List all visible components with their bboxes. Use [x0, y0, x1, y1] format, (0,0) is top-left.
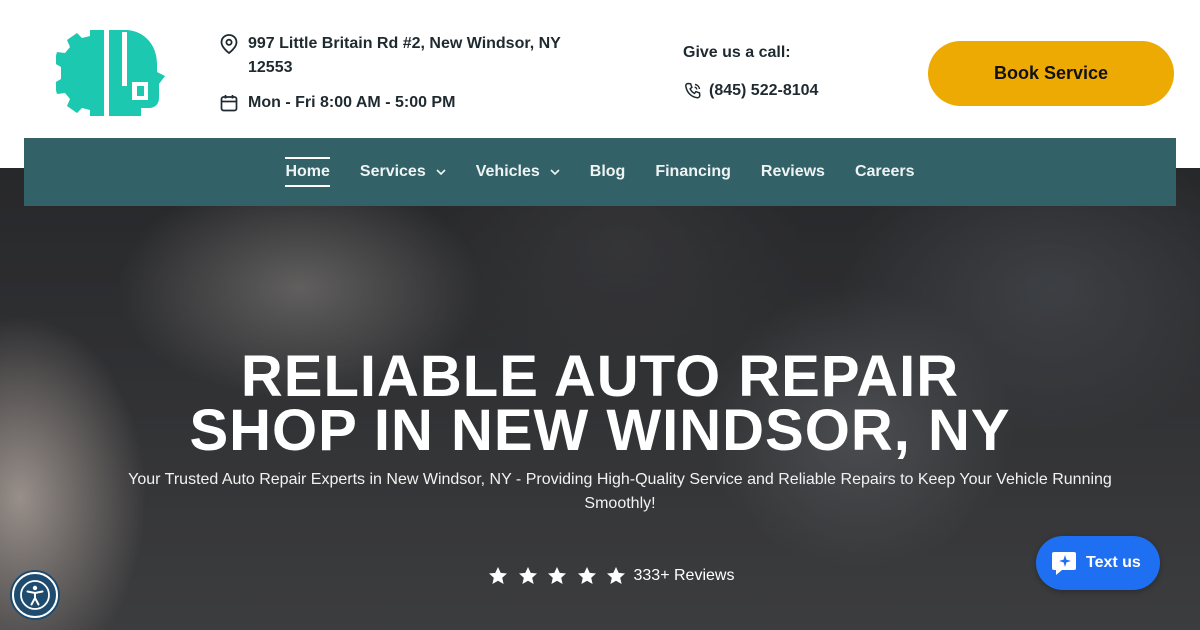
chevron-down-icon [550, 169, 560, 175]
chat-bubble-icon [1052, 552, 1076, 575]
address-text: 997 Little Britain Rd #2, New Windsor, N… [248, 35, 561, 76]
address-info[interactable]: 997 Little Britain Rd #2, New Windsor, N… [219, 32, 599, 80]
text-us-label: Text us [1086, 554, 1141, 571]
star-icon [577, 567, 596, 584]
hero-title: RELIABLE AUTO REPAIR SHOP IN NEW WINDSOR… [0, 348, 1200, 460]
map-pin-icon [219, 32, 239, 56]
hero-subtitle: Your Trusted Auto Repair Experts in New … [128, 471, 1112, 512]
logo[interactable] [54, 28, 166, 118]
accessibility-icon [20, 580, 50, 610]
reviews-rating[interactable]: 333+ Reviews [488, 566, 734, 586]
nav-item-label: Financing [655, 163, 731, 180]
nav-item-label: Blog [589, 163, 626, 180]
nav-item-services[interactable]: Services [360, 157, 446, 187]
nav-item-label: Reviews [760, 163, 825, 180]
nav-item-label: Vehicles [475, 163, 540, 180]
nav-item-label: Careers [854, 163, 915, 180]
main-nav: Home Services Vehicles Blog Financing Re… [24, 138, 1176, 206]
nav-item-financing[interactable]: Financing [655, 157, 731, 187]
chevron-down-icon [436, 169, 446, 175]
nav-item-reviews[interactable]: Reviews [761, 157, 825, 187]
star-icon [518, 567, 537, 584]
phone-number: (845) 522-8104 [709, 82, 819, 99]
star-icon [489, 567, 507, 584]
nav-item-careers[interactable]: Careers [855, 157, 915, 187]
head-gear-logo-icon [54, 30, 165, 116]
star-icon [548, 567, 566, 584]
nav-item-label: Services [359, 163, 426, 180]
nav-item-label: Home [285, 163, 330, 180]
text-us-button[interactable]: Text us [1036, 536, 1160, 590]
nav-item-home[interactable]: Home [285, 157, 330, 187]
hours-info: Mon - Fri 8:00 AM - 5:00 PM [219, 91, 599, 115]
reviews-count: 333+ Reviews [633, 567, 735, 584]
star-icon [607, 567, 625, 584]
calendar-icon [219, 91, 239, 115]
phone-link[interactable]: (845) 522-8104 [683, 79, 818, 103]
accessibility-button[interactable] [12, 572, 58, 618]
call-label: Give us a call: [683, 44, 791, 61]
nav-item-blog[interactable]: Blog [590, 157, 626, 187]
nav-item-vehicles[interactable]: Vehicles [476, 157, 560, 187]
hero-title-line: SHOP IN NEW WINDSOR, NY [189, 398, 1011, 463]
book-service-button[interactable]: Book Service [928, 41, 1174, 106]
hours-text: Mon - Fri 8:00 AM - 5:00 PM [248, 94, 456, 111]
hero-section: RELIABLE AUTO REPAIR SHOP IN NEW WINDSOR… [0, 168, 1200, 630]
phone-icon [683, 79, 703, 103]
